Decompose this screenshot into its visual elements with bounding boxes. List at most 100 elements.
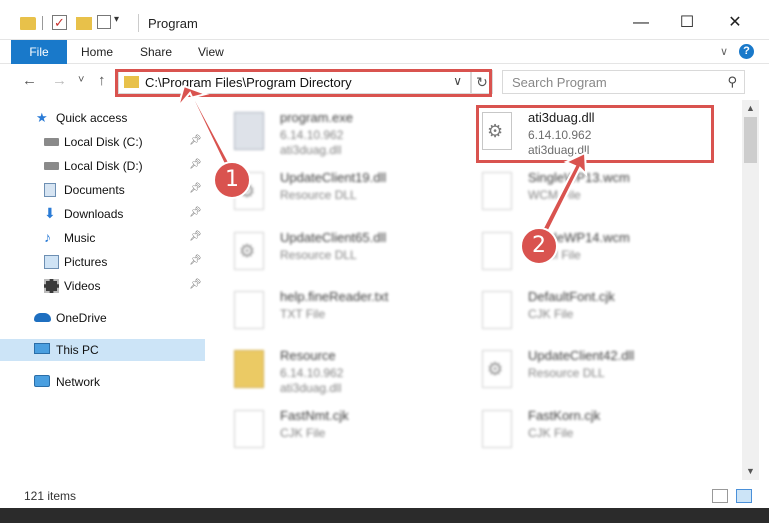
sidebar-item-label: Local Disk (D:) [64,159,143,173]
sidebar-item-label: OneDrive [56,311,107,325]
pictures-icon [44,255,59,269]
sidebar-item-network[interactable]: Network [0,371,205,393]
vertical-scrollbar[interactable]: ▲ ▼ [742,100,759,480]
file-type: CJK File [280,426,326,440]
file-tile-ati3duag-dll[interactable]: ati3duag.dll 6.14.10.962 ati3duag.dll [482,110,722,164]
address-path[interactable]: C:\Program Files\Program Directory [145,75,352,90]
file-tile[interactable]: Resource 6.14.10.962 ati3duag.dll [234,348,474,402]
scroll-thumb[interactable] [744,117,757,163]
file-tile[interactable]: DefaultFont.cjk CJK File [482,289,722,343]
sidebar-item-label: Documents [64,183,125,197]
file-tile[interactable]: program.exe 6.14.10.962 ati3duag.dll [234,110,474,164]
folder-icon [234,350,264,388]
file-tile[interactable]: UpdateClient42.dll Resource DLL [482,348,722,402]
sidebar-item-this-pc[interactable]: This PC [0,339,205,361]
close-button[interactable]: ✕ [712,8,758,38]
file-version: 6.14.10.962 [528,128,592,142]
file-type: Resource DLL [528,366,605,380]
file-description: ati3duag.dll [280,381,342,395]
recent-locations-button[interactable]: ˅ [78,74,84,86]
tab-share[interactable]: Share [140,40,172,64]
sidebar-item-label: Music [64,231,96,245]
pin-icon[interactable]: 📌︎ [189,231,202,242]
status-bar: 121 items [0,484,769,508]
forward-button[interactable]: → [52,72,67,89]
details-view-icon[interactable] [712,489,728,503]
sidebar-item-documents[interactable]: Documents 📌︎ [0,179,205,201]
text-file-icon [234,291,264,329]
drive-icon [44,138,59,146]
file-version: 6.14.10.962 [280,366,344,380]
sidebar-item-downloads[interactable]: ⬇ Downloads 📌︎ [0,203,205,225]
pin-icon[interactable]: 📌︎ [189,135,202,146]
document-file-icon [482,291,512,329]
separator [42,16,43,30]
sidebar-item-videos[interactable]: Videos 📌︎ [0,275,205,297]
file-tile[interactable]: help.fineReader.txt TXT File [234,289,474,343]
pin-icon[interactable]: 📌︎ [189,183,202,194]
properties-check-icon[interactable]: ✓ [52,15,67,30]
sidebar-item-label: Videos [64,279,101,293]
file-name: ati3duag.dll [528,110,595,125]
expand-ribbon-icon[interactable]: ∨ [720,45,728,58]
tab-view[interactable]: View [198,40,224,64]
pin-icon[interactable]: 📌︎ [189,207,202,218]
tab-home[interactable]: Home [81,40,113,64]
sidebar-item-local-disk-d[interactable]: Local Disk (D:) 📌︎ [0,155,205,177]
file-type: Resource DLL [280,188,357,202]
scroll-up-arrow-icon[interactable]: ▲ [742,100,759,117]
chevron-down-icon[interactable]: ▾ [114,14,119,25]
file-version: 6.14.10.962 [280,128,344,142]
sidebar-item-pictures[interactable]: Pictures 📌︎ [0,251,205,273]
download-icon: ⬇ [44,205,56,221]
file-tile[interactable]: UpdateClient65.dll Resource DLL [234,230,474,284]
sidebar-item-music[interactable]: ♪ Music 📌︎ [0,227,205,249]
file-description: ati3duag.dll [528,143,590,157]
file-name: program.exe [280,110,353,125]
exe-file-icon [234,112,264,150]
file-name: FastNmt.cjk [280,408,349,423]
help-icon[interactable]: ? [739,44,754,59]
new-folder-icon[interactable] [76,17,92,30]
file-tile[interactable]: FastNmt.cjk CJK File [234,408,474,462]
file-tile[interactable]: FastKorn.cjk CJK File [482,408,722,462]
pin-icon[interactable]: 📌︎ [189,279,202,290]
search-box[interactable]: Search Program ⚲ [502,70,745,94]
search-input[interactable]: Search Program [512,75,607,90]
maximize-button[interactable]: ☐ [664,8,710,38]
file-name: SingleWP13.wcm [528,170,630,185]
network-icon [34,375,50,387]
callout-step-2: 2 [520,227,558,265]
file-tile[interactable]: SingleWP13.wcm WCM File [482,170,722,224]
view-options-icon[interactable] [97,15,111,29]
tab-file[interactable]: File [11,40,67,64]
document-file-icon [482,410,512,448]
title-bar: ✓ ▾ Program — ☐ ✕ [0,0,769,40]
callout-step-1: 1 [213,161,251,199]
file-description: ati3duag.dll [280,143,342,157]
pin-icon[interactable]: 📌︎ [189,255,202,266]
sidebar-item-local-disk-c[interactable]: Local Disk (C:) 📌︎ [0,131,205,153]
scroll-down-arrow-icon[interactable]: ▼ [742,463,759,480]
document-file-icon [482,172,512,210]
up-button[interactable]: ↑ [98,72,106,89]
tiles-view-icon[interactable] [736,489,752,503]
pin-icon[interactable]: 📌︎ [189,159,202,170]
file-name: UpdateClient42.dll [528,348,635,363]
chevron-down-icon[interactable]: ∨ [453,74,462,88]
file-list-pane: program.exe 6.14.10.962 ati3duag.dll ati… [206,100,742,480]
file-name: help.fineReader.txt [280,289,389,304]
search-icon[interactable]: ⚲ [727,74,737,90]
refresh-button[interactable]: ↻ [471,70,493,94]
sidebar-item-onedrive[interactable]: OneDrive [0,307,205,329]
videos-icon [44,279,59,293]
address-bar[interactable]: C:\Program Files\Program Directory ∨ [118,70,471,94]
back-button[interactable]: ← [22,72,37,89]
file-name: DefaultFont.cjk [528,289,615,304]
navigation-bar: ← → ˅ ↑ C:\Program Files\Program Directo… [0,64,769,100]
file-tile[interactable]: UpdateClient19.dll Resource DLL [234,170,474,224]
minimize-button[interactable]: — [618,8,664,38]
file-name: FastKorn.cjk [528,408,601,423]
sidebar-item-quick-access[interactable]: ★ Quick access [0,107,205,129]
file-tile[interactable]: SingleWP14.wcm WCM File [482,230,722,284]
